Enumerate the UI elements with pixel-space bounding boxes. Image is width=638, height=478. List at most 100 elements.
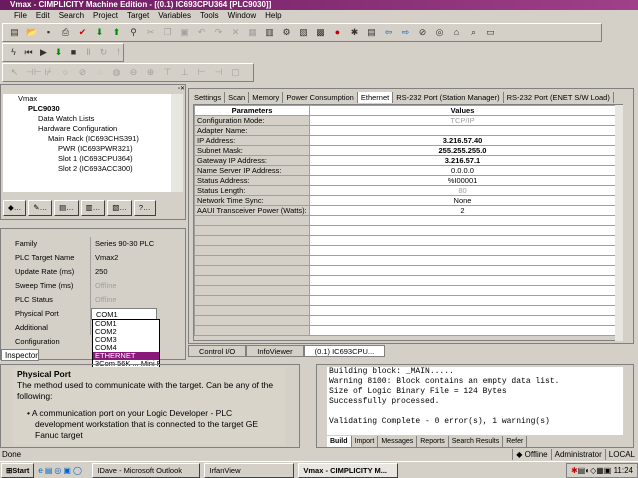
value-cell[interactable]: 255.255.255.0: [309, 145, 616, 156]
table-row[interactable]: Status Length: 80: [194, 185, 616, 196]
nav-tab-options[interactable]: ✎…: [28, 200, 53, 216]
new-icon[interactable]: ▤: [9, 27, 20, 38]
output-tab[interactable]: Search Results: [449, 436, 504, 447]
companion-icon[interactable]: ▩: [315, 27, 326, 38]
coil-icon[interactable]: ○: [60, 67, 71, 78]
dropdown-option[interactable]: ETHERNET: [93, 352, 159, 360]
value-cell[interactable]: 3.216.57.40: [309, 135, 616, 146]
infoviewer-icon[interactable]: ▧: [298, 27, 309, 38]
editor-tab[interactable]: RS-232 Port (Station Manager): [393, 92, 504, 103]
property-value[interactable]: 250: [91, 265, 108, 279]
tree-node[interactable]: PWR (IC693PWR321): [6, 144, 171, 154]
pointer-icon[interactable]: ↖: [9, 67, 20, 78]
stop-icon[interactable]: ⊘: [417, 27, 428, 38]
menu-tools[interactable]: Tools: [200, 10, 219, 22]
task-irfanview[interactable]: IrfanView: [204, 462, 295, 478]
table-row[interactable]: Status Address: %I00001: [194, 175, 616, 186]
value-cell[interactable]: 3.216.57.1: [309, 155, 616, 166]
tree-node[interactable]: Vmax: [6, 94, 171, 104]
coil-neg-icon[interactable]: ⊘: [77, 67, 88, 78]
value-cell[interactable]: 2: [309, 205, 616, 216]
dropdown-option[interactable]: COM2: [93, 328, 159, 336]
property-row[interactable]: Update Rate (ms) 250: [3, 265, 169, 279]
editor-tab[interactable]: RS-232 Port (ENET S/W Load): [504, 92, 614, 103]
nav-tab-manuals[interactable]: ▧…: [107, 200, 132, 216]
value-cell[interactable]: TCP/IP: [309, 115, 616, 126]
paste-icon[interactable]: ▣: [179, 27, 190, 38]
back-icon[interactable]: ⇦: [383, 27, 394, 38]
value-cell[interactable]: [309, 125, 616, 136]
output-tab[interactable]: Build: [327, 436, 352, 447]
dropdown-option[interactable]: COM1: [93, 320, 159, 328]
connect-icon[interactable]: ϟ: [9, 47, 18, 58]
alert-icon[interactable]: !: [114, 47, 123, 58]
editor-tab[interactable]: Power Consumption: [283, 92, 358, 103]
table-scrollbar[interactable]: [615, 105, 623, 341]
coil-set-icon[interactable]: ◌: [94, 67, 105, 78]
table-row[interactable]: Gateway IP Address: 3.216.57.1: [194, 155, 616, 166]
tree-node[interactable]: Hardware Configuration: [6, 124, 171, 134]
document-tab[interactable]: InfoViewer: [246, 345, 304, 357]
hwire-icon[interactable]: ⊢: [196, 67, 207, 78]
property-value[interactable]: Vmax2: [91, 251, 118, 265]
editor-tab[interactable]: Ethernet: [357, 92, 394, 103]
table-row[interactable]: Adapter Name:: [194, 125, 616, 136]
feedback-icon[interactable]: ▤: [366, 27, 377, 38]
task-vmax[interactable]: Vmax - CIMPLICITY M...: [298, 462, 399, 478]
find-icon[interactable]: ⌕: [468, 27, 479, 38]
project-tree[interactable]: Vmax PLC9030 Data Watch Lists Hardware Conf…: [3, 94, 171, 192]
nav-tab-help[interactable]: ?…: [133, 200, 156, 216]
redo-icon[interactable]: ↷: [213, 27, 224, 38]
toolchest-icon[interactable]: ✱: [349, 27, 360, 38]
download-run-icon[interactable]: ⬇: [54, 47, 63, 58]
editor-tab[interactable]: Scan: [225, 92, 250, 103]
menu-help[interactable]: Help: [265, 10, 281, 22]
nav-tab-project[interactable]: ◆…: [3, 200, 27, 216]
tree-node[interactable]: PLC9030: [6, 104, 171, 114]
tree-node[interactable]: Main Rack (IC693CHS391): [6, 134, 171, 144]
home-icon[interactable]: ⌂: [451, 27, 462, 38]
print-preview-icon[interactable]: ▭: [485, 27, 496, 38]
navigator-icon[interactable]: ▥: [264, 27, 275, 38]
output-tab[interactable]: Messages: [378, 436, 418, 447]
delete-icon[interactable]: ✕: [230, 27, 241, 38]
download-icon[interactable]: ⬇: [94, 27, 105, 38]
print-icon[interactable]: ⎙: [60, 27, 71, 38]
inspector-tab[interactable]: Inspector: [1, 349, 39, 361]
upload-icon[interactable]: ⬆: [111, 27, 122, 38]
menu-file[interactable]: File: [14, 10, 27, 22]
table-row[interactable]: IP Address: 3.216.57.40: [194, 135, 616, 146]
property-row[interactable]: Family Series 90-30 PLC: [3, 237, 169, 251]
contact-nc-icon[interactable]: ⊬: [43, 67, 54, 78]
value-cell[interactable]: 80: [309, 185, 616, 196]
menu-edit[interactable]: Edit: [36, 10, 50, 22]
value-cell[interactable]: 0.0.0.0: [309, 165, 616, 176]
navigator-pin-close[interactable]: ▫✕: [1, 85, 185, 94]
vwire-icon[interactable]: ⊣: [213, 67, 224, 78]
open-icon[interactable]: 📂: [26, 27, 37, 38]
tree-scrollbar[interactable]: [171, 94, 183, 192]
table-row[interactable]: Network Time Sync: None: [194, 195, 616, 206]
save-icon[interactable]: ▪: [43, 27, 54, 38]
nav-tab-variables[interactable]: ▥…: [80, 200, 106, 216]
menu-project[interactable]: Project: [93, 10, 118, 22]
reset-icon[interactable]: ↻: [99, 47, 108, 58]
forward-icon[interactable]: ⇨: [400, 27, 411, 38]
pause-icon[interactable]: Ⅱ: [84, 47, 93, 58]
rewind-icon[interactable]: ⏮: [24, 47, 33, 58]
editor-tab[interactable]: Memory: [249, 92, 284, 103]
output-tab[interactable]: Import: [352, 436, 379, 447]
function-icon[interactable]: ▢: [230, 67, 241, 78]
nav-tab-utilities[interactable]: ▤…: [54, 200, 79, 216]
branch-icon[interactable]: ⊤: [162, 67, 173, 78]
start-button[interactable]: ⊞Start: [1, 462, 35, 478]
cut-icon[interactable]: ✂: [145, 27, 156, 38]
branch-down-icon[interactable]: ⊥: [179, 67, 190, 78]
coil-pos-icon[interactable]: ⊖: [128, 67, 139, 78]
property-row[interactable]: PLC Target Name Vmax2: [3, 251, 169, 265]
document-tab[interactable]: Control I/O: [188, 345, 247, 357]
property-value[interactable]: Offline: [91, 279, 117, 293]
menu-window[interactable]: Window: [228, 10, 256, 22]
validate-icon[interactable]: ✔: [77, 27, 88, 38]
coil-ntr-icon[interactable]: ⊕: [145, 67, 156, 78]
